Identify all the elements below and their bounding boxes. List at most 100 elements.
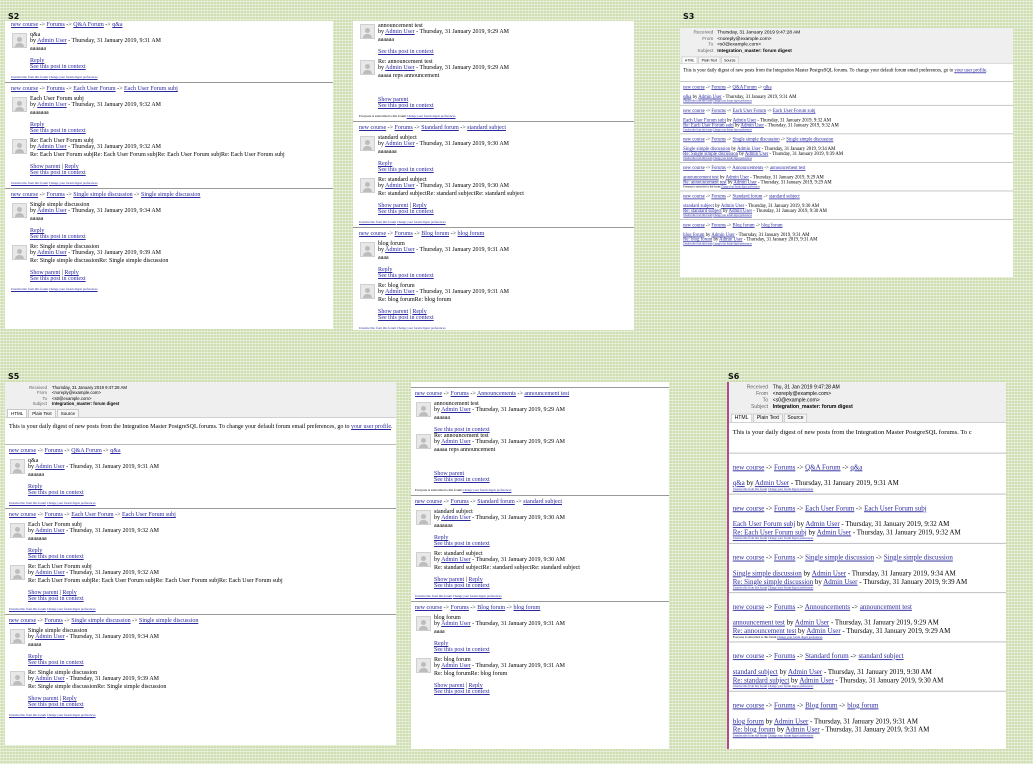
author-link[interactable]: Admin User <box>812 568 846 576</box>
context-link[interactable]: See this post in context <box>434 647 490 653</box>
context-link[interactable]: See this post in context <box>434 477 490 483</box>
unsubscribe-link[interactable]: Unsubscribe from this forum <box>683 242 712 245</box>
unsubscribe-link[interactable]: Unsubscribe from this forum <box>733 684 767 688</box>
breadcrumb-forum-link[interactable]: Q&A Forum <box>73 22 104 28</box>
context-link[interactable]: See this post in context <box>30 170 86 176</box>
post-link[interactable]: Re: announcement test <box>733 626 797 634</box>
author-link[interactable]: Admin User <box>441 663 471 669</box>
breadcrumb-course-link[interactable]: new course <box>733 462 765 470</box>
breadcrumb-course-link[interactable]: new course <box>11 86 38 92</box>
digest-prefs-link[interactable]: Change your forum digest preferences <box>768 487 813 491</box>
digest-prefs-link[interactable]: Change your forum digest preferences <box>713 156 752 159</box>
unsubscribe-link[interactable]: Unsubscribe from this forum <box>11 181 48 185</box>
tab-html[interactable]: HTML <box>730 413 753 422</box>
author-link[interactable]: Admin User <box>37 250 67 256</box>
breadcrumb-discussion-link[interactable]: Each User Forum subj <box>773 109 816 114</box>
breadcrumb-course-link[interactable]: new course <box>359 231 386 237</box>
unsubscribe-link[interactable]: Unsubscribe from this forum <box>683 99 712 102</box>
breadcrumb-forum-link[interactable]: Q&A Forum <box>71 448 102 454</box>
author-link[interactable]: Admin User <box>441 439 471 445</box>
breadcrumb-forums-link[interactable]: Forums <box>47 86 65 92</box>
breadcrumb-discussion-link[interactable]: standard subject <box>523 499 562 505</box>
breadcrumb-forums-link[interactable]: Forums <box>711 137 726 142</box>
breadcrumb-forums-link[interactable]: Forums <box>45 618 63 624</box>
breadcrumb-forum-link[interactable]: Single simple discussion <box>805 553 874 561</box>
breadcrumb-course-link[interactable]: new course <box>733 651 765 659</box>
digest-prefs-link[interactable]: Change your forum digest preferences <box>768 585 813 589</box>
breadcrumb-discussion-link[interactable]: announcement test <box>860 602 912 610</box>
breadcrumb-course-link[interactable]: new course <box>11 192 38 198</box>
breadcrumb-discussion-link[interactable]: standard subject <box>467 125 506 131</box>
breadcrumb-forums-link[interactable]: Forums <box>45 512 63 518</box>
breadcrumb-forum-link[interactable]: Each User Forum <box>733 109 767 114</box>
author-link[interactable]: Admin User <box>755 478 789 486</box>
unsubscribe-link[interactable]: Unsubscribe from this forum <box>683 214 712 217</box>
breadcrumb-forum-link[interactable]: Announcements <box>732 166 763 171</box>
context-link[interactable]: See this post in context <box>378 209 434 215</box>
breadcrumb-discussion-link[interactable]: q&a <box>112 22 122 28</box>
breadcrumb-discussion-link[interactable]: q&a <box>763 85 771 90</box>
author-link[interactable]: Admin User <box>441 515 471 521</box>
breadcrumb-course-link[interactable]: new course <box>9 618 36 624</box>
unsubscribe-link[interactable]: Unsubscribe from this forum <box>359 220 396 224</box>
context-link[interactable]: See this post in context <box>30 64 86 70</box>
author-link[interactable]: Admin User <box>806 626 840 634</box>
breadcrumb-course-link[interactable]: new course <box>415 391 442 397</box>
digest-prefs-link[interactable]: Change your forum digest preferences <box>397 326 446 330</box>
author-link[interactable]: Admin User <box>805 519 839 527</box>
unsubscribe-link[interactable]: Unsubscribe from this forum <box>359 326 396 330</box>
breadcrumb-forum-link[interactable]: Standard forum <box>805 651 849 659</box>
tab-source[interactable]: Source <box>720 56 739 63</box>
post-link[interactable]: Single simple discussion <box>733 568 802 576</box>
author-link[interactable]: Admin User <box>35 528 65 534</box>
unsubscribe-link[interactable]: Unsubscribe from this forum <box>733 733 767 737</box>
tab-plain-text[interactable]: Plain Text <box>698 56 721 63</box>
author-link[interactable]: Admin User <box>37 208 67 214</box>
breadcrumb-forum-link[interactable]: Blog forum <box>421 231 449 237</box>
breadcrumb-course-link[interactable]: new course <box>683 109 705 114</box>
unsubscribe-link[interactable]: Unsubscribe from this forum <box>733 536 767 540</box>
breadcrumb-course-link[interactable]: new course <box>415 605 442 611</box>
post-link[interactable]: Each User Forum subj <box>733 519 796 527</box>
breadcrumb-forum-link[interactable]: Blog forum <box>733 223 755 228</box>
context-link[interactable]: See this post in context <box>434 583 490 589</box>
breadcrumb-forums-link[interactable]: Forums <box>774 503 795 511</box>
breadcrumb-forums-link[interactable]: Forums <box>45 448 63 454</box>
context-link[interactable]: See this post in context <box>30 128 86 134</box>
breadcrumb-forums-link[interactable]: Forums <box>47 192 65 198</box>
breadcrumb-forum-link[interactable]: Q&A Forum <box>733 85 757 90</box>
unsubscribe-link[interactable]: Unsubscribe from this forum <box>683 128 712 131</box>
breadcrumb-forum-link[interactable]: Blog forum <box>805 701 837 709</box>
digest-prefs-link[interactable]: Change your forum digest preferences <box>397 220 446 224</box>
digest-prefs-link[interactable]: Change your forum digest preferences <box>777 634 822 638</box>
author-link[interactable]: Admin User <box>795 618 829 626</box>
breadcrumb-discussion-link[interactable]: announcement test <box>770 166 806 171</box>
context-link[interactable]: See this post in context <box>28 702 84 708</box>
context-link[interactable]: See this post in context <box>378 315 434 321</box>
breadcrumb-forum-link[interactable]: Single simple discussion <box>73 192 132 198</box>
breadcrumb-forums-link[interactable]: Forums <box>451 499 469 505</box>
breadcrumb-forums-link[interactable]: Forums <box>711 109 726 114</box>
breadcrumb-discussion-link[interactable]: blog forum <box>458 231 485 237</box>
breadcrumb-course-link[interactable]: new course <box>683 85 705 90</box>
context-link[interactable]: See this post in context <box>434 541 490 547</box>
user-profile-link[interactable]: your user profile <box>954 68 986 73</box>
breadcrumb-forums-link[interactable]: Forums <box>774 553 795 561</box>
breadcrumb-course-link[interactable]: new course <box>733 701 765 709</box>
breadcrumb-forum-link[interactable]: Single simple discussion <box>733 137 780 142</box>
author-link[interactable]: Admin User <box>37 144 67 150</box>
breadcrumb-discussion-link[interactable]: Each User Forum subj <box>124 86 178 92</box>
author-link[interactable]: Admin User <box>823 577 857 585</box>
breadcrumb-discussion-link[interactable]: standard subject <box>769 195 800 200</box>
author-link[interactable]: Admin User <box>385 183 415 189</box>
breadcrumb-forum-link[interactable]: Standard forum <box>421 125 459 131</box>
breadcrumb-forum-link[interactable]: Each User Forum <box>73 86 115 92</box>
breadcrumb-forums-link[interactable]: Forums <box>711 85 726 90</box>
breadcrumb-course-link[interactable]: new course <box>683 195 705 200</box>
breadcrumb-forum-link[interactable]: Announcements <box>805 602 850 610</box>
breadcrumb-forum-link[interactable]: Q&A Forum <box>805 462 840 470</box>
breadcrumb-forums-link[interactable]: Forums <box>395 125 413 131</box>
author-link[interactable]: Admin User <box>35 676 65 682</box>
context-link[interactable]: See this post in context <box>378 49 434 55</box>
author-link[interactable]: Admin User <box>385 141 415 147</box>
